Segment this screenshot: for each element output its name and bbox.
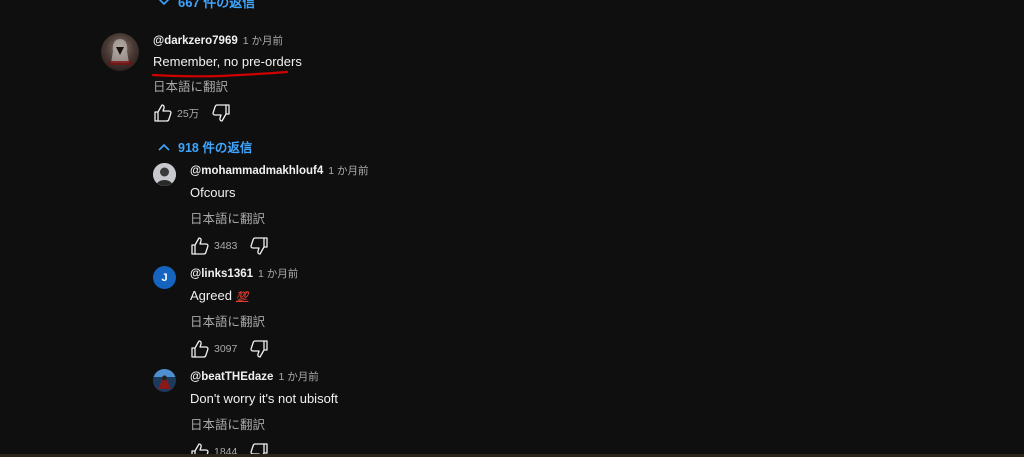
- dislike-button[interactable]: [211, 103, 231, 123]
- avatar-initial: J: [161, 271, 168, 284]
- chevron-up-icon: [158, 140, 170, 154]
- like-button[interactable]: 25万: [153, 103, 199, 123]
- reply-text: Agreed: [190, 288, 232, 303]
- reply-text: Don't worry it's not ubisoft: [190, 391, 339, 406]
- comment-time[interactable]: 1 か月前: [243, 33, 283, 48]
- reply-comment: J @links1361 1 か月前 Agreed 💯 日本語に翻訳 3097: [153, 266, 298, 360]
- reply-text: Ofcours: [190, 185, 236, 200]
- red-underline-annotation: [151, 70, 289, 78]
- thumbs-down-icon: [211, 103, 231, 123]
- top-replies-toggle[interactable]: 667 件の返信: [158, 0, 255, 11]
- like-count: 3483: [214, 240, 238, 252]
- thumbs-down-icon: [249, 236, 269, 256]
- comments-page: 667 件の返信 @darkzero7969 1 か月前 Remember, n…: [0, 0, 1024, 457]
- translate-link[interactable]: 日本語に翻訳: [190, 208, 369, 226]
- thumbs-up-icon: [190, 236, 210, 256]
- thumbs-up-icon: [190, 339, 210, 359]
- like-count: 25万: [177, 107, 200, 120]
- dislike-button[interactable]: [249, 236, 269, 256]
- replies-toggle-label: 918 件の返信: [178, 141, 253, 155]
- reply-author[interactable]: @mohammadmakhlouf4: [190, 165, 323, 177]
- reply-comment: @beatTHEdaze 1 か月前 Don't worry it's not …: [153, 369, 338, 457]
- reply-comment: @mohammadmakhlouf4 1 か月前 Ofcours 日本語に翻訳 …: [153, 163, 369, 257]
- chevron-down-icon: [158, 0, 170, 6]
- reply-time[interactable]: 1 か月前: [258, 266, 298, 281]
- comment-text: Remember, no pre-orders: [153, 54, 302, 69]
- avatar[interactable]: J: [153, 266, 176, 289]
- reply-time[interactable]: 1 か月前: [328, 163, 368, 178]
- like-button[interactable]: 3097: [190, 339, 237, 359]
- comment-author[interactable]: @darkzero7969: [153, 35, 238, 47]
- reply-time[interactable]: 1 か月前: [278, 369, 318, 384]
- avatar[interactable]: [101, 33, 139, 71]
- hundred-points-emoji: 💯: [235, 292, 249, 303]
- replies-toggle[interactable]: 918 件の返信: [158, 137, 252, 156]
- translate-link[interactable]: 日本語に翻訳: [190, 311, 298, 329]
- avatar[interactable]: [153, 369, 176, 392]
- reply-author[interactable]: @links1361: [190, 268, 253, 280]
- reply-author[interactable]: @beatTHEdaze: [190, 371, 273, 383]
- thumbs-up-icon: [153, 103, 173, 123]
- top-replies-label: 667 件の返信: [178, 0, 256, 10]
- main-comment: @darkzero7969 1 か月前 Remember, no pre-ord…: [101, 33, 302, 124]
- dislike-button[interactable]: [249, 339, 269, 359]
- like-button[interactable]: 3483: [190, 236, 237, 256]
- like-count: 3097: [214, 343, 238, 355]
- avatar[interactable]: [153, 163, 176, 186]
- translate-link[interactable]: 日本語に翻訳: [190, 414, 338, 432]
- thumbs-down-icon: [249, 339, 269, 359]
